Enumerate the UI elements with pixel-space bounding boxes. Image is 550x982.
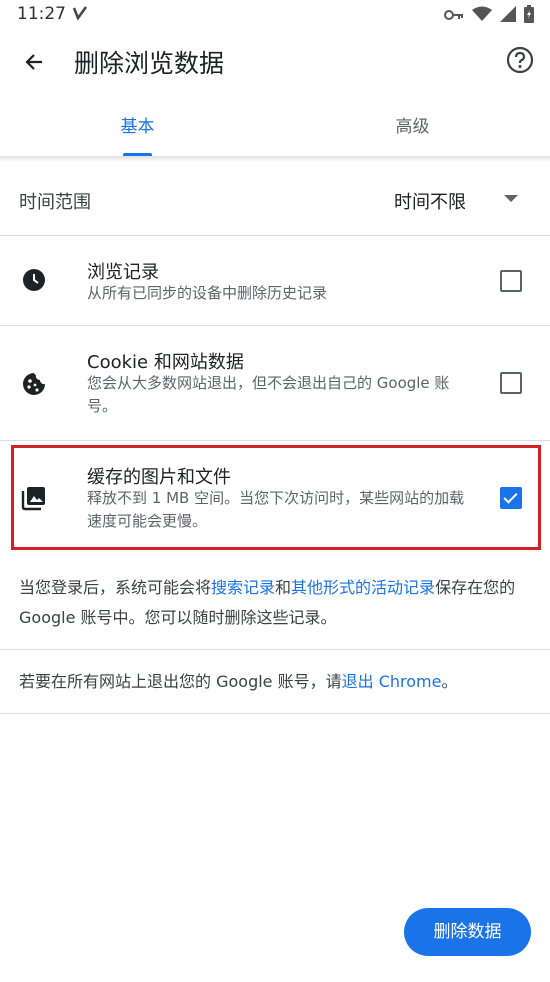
wifi-icon xyxy=(472,6,492,26)
cookies-checkbox[interactable] xyxy=(500,372,522,394)
option-title: 浏览记录 xyxy=(87,262,159,283)
search-history-link[interactable]: 搜索记录 xyxy=(211,578,275,597)
option-description: 释放不到 1 MB 空间。当您下次访问时，某些网站的加载速度可能会更慢。 xyxy=(87,489,465,530)
sign-out-notice: 若要在所有网站上退出您的 Google 账号，请退出 Chrome。 xyxy=(19,667,531,697)
notice-text: 和 xyxy=(275,578,292,597)
app-bar: 删除浏览数据 xyxy=(0,30,550,96)
tab-advanced[interactable]: 高级 xyxy=(275,96,550,156)
divider xyxy=(0,649,550,650)
help-button[interactable] xyxy=(504,46,536,78)
time-range-dropdown[interactable]: 时间不限 xyxy=(394,188,466,214)
browsing-history-checkbox[interactable] xyxy=(500,270,522,292)
account-activity-notice: 当您登录后，系统可能会将搜索记录和其他形式的活动记录保存在您的 Google 账… xyxy=(19,573,531,633)
option-cookies[interactable]: Cookie 和网站数据 您会从大多数网站退出，但不会退出自己的 Google … xyxy=(0,326,550,441)
back-arrow-icon xyxy=(22,50,46,78)
divider xyxy=(0,713,550,714)
option-description: 您会从大多数网站退出，但不会退出自己的 Google 账号。 xyxy=(87,374,450,415)
notice-text: 若要在所有网站上退出您的 Google 账号，请 xyxy=(19,672,342,691)
sign-out-chrome-link[interactable]: 退出 Chrome xyxy=(342,672,442,691)
other-activity-link[interactable]: 其他形式的活动记录 xyxy=(291,578,435,597)
tab-basic[interactable]: 基本 xyxy=(0,96,275,156)
notice-text: 当您登录后，系统可能会将 xyxy=(19,578,212,597)
battery-icon xyxy=(524,5,534,27)
status-time: 11:27 xyxy=(17,4,66,24)
time-range-label: 时间范围 xyxy=(19,192,91,213)
option-title: Cookie 和网站数据 xyxy=(87,352,244,373)
app-notification-icon xyxy=(72,5,88,25)
page-title: 删除浏览数据 xyxy=(74,49,225,78)
cache-checkbox[interactable] xyxy=(500,487,522,509)
vpn-key-icon xyxy=(444,7,464,26)
delete-data-button[interactable]: 删除数据 xyxy=(404,908,531,956)
option-description: 从所有已同步的设备中删除历史记录 xyxy=(87,284,328,302)
help-icon xyxy=(506,46,534,78)
clock-icon xyxy=(21,267,47,293)
option-cache[interactable]: 缓存的图片和文件 释放不到 1 MB 空间。当您下次访问时，某些网站的加载速度可… xyxy=(0,441,550,553)
status-bar: 11:27 xyxy=(0,0,550,30)
back-button[interactable] xyxy=(18,48,50,80)
time-range-row: 时间范围 时间不限 xyxy=(0,162,550,236)
cookie-icon xyxy=(21,371,47,397)
image-icon xyxy=(21,485,47,511)
dropdown-arrow-icon[interactable] xyxy=(504,195,518,202)
tab-bar: 基本 高级 xyxy=(0,96,550,156)
option-title: 缓存的图片和文件 xyxy=(87,467,231,488)
option-browsing-history[interactable]: 浏览记录 从所有已同步的设备中删除历史记录 xyxy=(0,236,550,326)
notice-text: 。 xyxy=(441,672,458,691)
check-icon xyxy=(503,489,518,504)
signal-icon xyxy=(500,6,516,26)
